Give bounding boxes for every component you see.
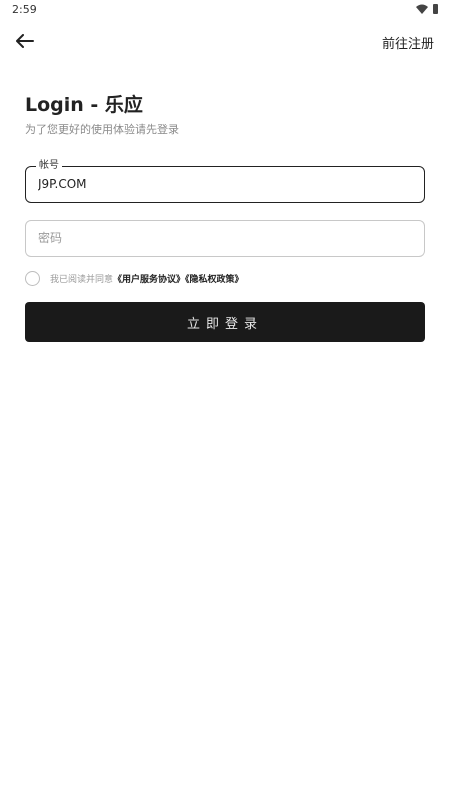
user-agreement-link[interactable]: 《用户服务协议》 [113,275,185,285]
agreement-prefix: 我已阅读并同意 [50,274,114,285]
account-field[interactable]: 帐号 [25,159,425,203]
battery-icon [433,4,438,14]
login-button[interactable]: 立即登录 [25,302,425,342]
status-icons [416,4,438,14]
status-time: 2:59 [12,3,37,16]
privacy-policy-link[interactable]: 《隐私权政策》 [185,275,244,285]
back-button[interactable] [14,30,36,52]
agreement-text: 我已阅读并同意《用户服务协议》《隐私权政策》 [50,272,244,285]
agreement-row: 我已阅读并同意《用户服务协议》《隐私权政策》 [25,269,244,287]
status-bar: 2:59 [0,0,450,22]
password-field[interactable] [25,220,425,257]
wifi-icon [416,4,428,14]
register-link[interactable]: 前往注册 [382,33,434,52]
page-subtitle: 为了您更好的使用体验请先登录 [25,123,179,136]
password-input[interactable] [38,221,412,255]
top-bar: 前往注册 [0,28,450,54]
page-title: Login - 乐应 [25,94,143,116]
agreement-checkbox[interactable] [25,270,40,286]
account-input[interactable] [38,167,412,201]
arrow-left-icon [16,34,34,48]
